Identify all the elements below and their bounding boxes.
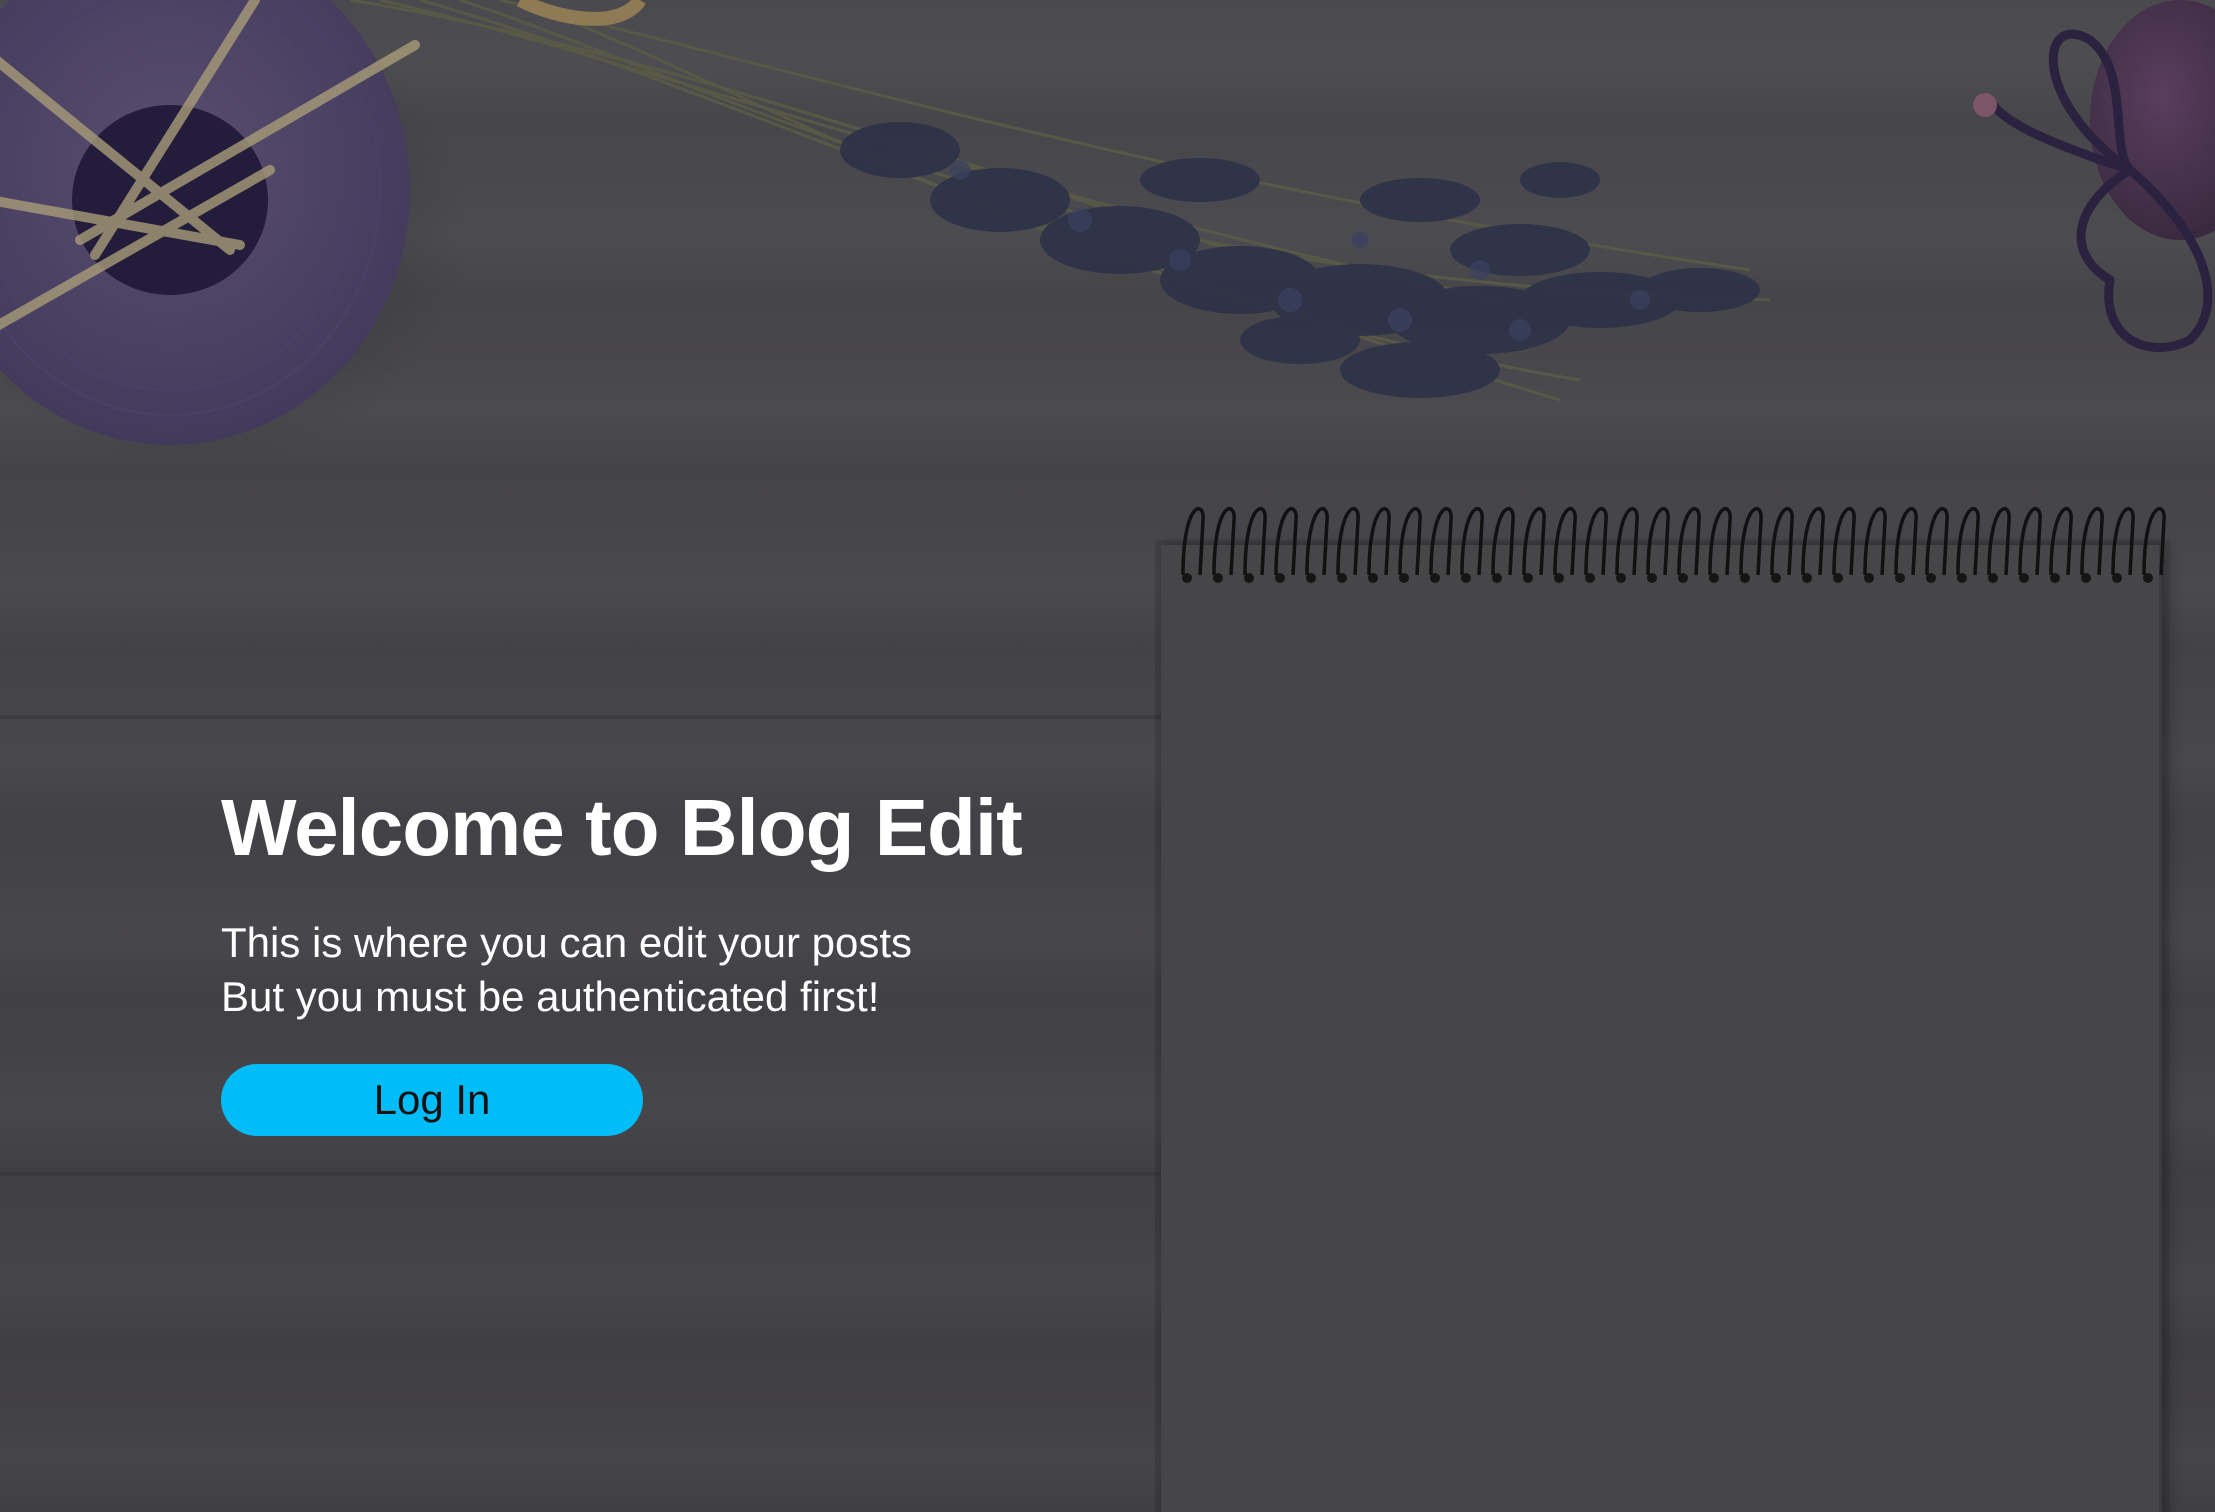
page-title: Welcome to Blog Edit — [221, 783, 1023, 872]
hero-description: This is where you can edit your posts Bu… — [221, 916, 1061, 1024]
login-button[interactable]: Log In — [221, 1064, 643, 1136]
hero-section: Welcome to Blog Edit This is where you c… — [221, 780, 1061, 1136]
hero-description-line-2: But you must be authenticated first! — [221, 973, 880, 1020]
hero-description-line-1: This is where you can edit your posts — [221, 919, 912, 966]
login-page: Welcome to Blog Edit This is where you c… — [0, 0, 2215, 1512]
notepad-spiral-binding — [1181, 507, 2166, 583]
